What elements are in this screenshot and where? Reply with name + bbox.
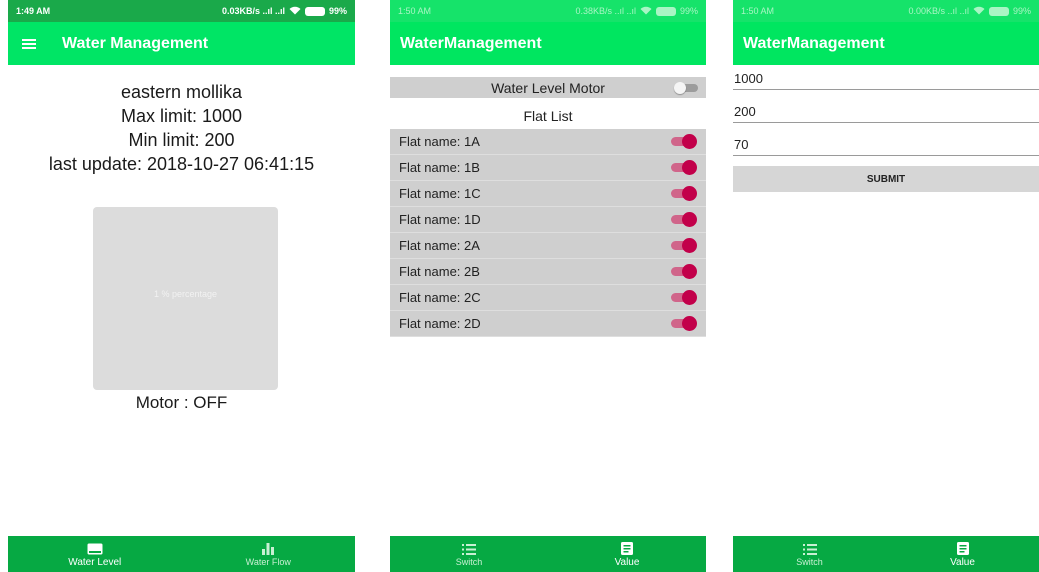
flat-toggle-switch[interactable] <box>671 316 697 331</box>
nav-water-level[interactable]: Water Level <box>8 536 182 572</box>
tank-percentage-label: 1 % percentage <box>153 289 218 299</box>
battery-icon <box>988 6 1009 16</box>
status-time: 1:50 AM <box>741 6 775 16</box>
nav-value[interactable]: Value <box>886 536 1039 572</box>
water-level-motor-row: Water Level Motor <box>390 77 706 98</box>
status-bar: 1:49 AM 0.03KB/s ..ıl ..ıl 99% <box>8 0 355 22</box>
flat-toggle-switch[interactable] <box>671 212 697 227</box>
bottom-navigation: Switch Value <box>390 536 706 572</box>
flat-toggle-switch[interactable] <box>671 238 697 253</box>
wifi-icon <box>289 6 301 17</box>
nav-label: Water Flow <box>245 557 291 567</box>
third-value-field[interactable]: 70 <box>733 132 1039 156</box>
document-icon <box>956 541 969 555</box>
flat-name: Flat name: 2B <box>399 264 480 279</box>
motor-toggle-label: Water Level Motor <box>491 79 605 96</box>
screen-switch: 1:50 AM 0.38KB/s ..ıl ..ıl 99% WaterMana… <box>390 0 706 572</box>
max-value-field[interactable]: 1000 <box>733 66 1039 90</box>
tank-water-level <box>93 385 278 390</box>
app-bar: WaterManagement <box>733 22 1039 65</box>
motor-status: Motor : OFF <box>135 393 228 412</box>
min-limit: Min limit: 200 <box>128 130 235 150</box>
flat-toggle-switch[interactable] <box>671 264 697 279</box>
list-icon <box>802 541 817 555</box>
list-item: Flat name: 1A <box>390 129 706 155</box>
flat-name: Flat name: 2A <box>399 238 480 253</box>
flat-name: Flat name: 1D <box>399 212 481 227</box>
bottom-navigation: Water Level Water Flow <box>8 536 355 572</box>
status-time: 1:50 AM <box>398 6 432 16</box>
list-icon <box>462 541 476 555</box>
list-item: Flat name: 2A <box>390 233 706 259</box>
screen-water-level: 1:49 AM 0.03KB/s ..ıl ..ıl 99% Water Man… <box>8 0 355 572</box>
list-item: Flat name: 1B <box>390 155 706 181</box>
list-item: Flat name: 2D <box>390 311 706 337</box>
max-limit: Max limit: 1000 <box>120 106 243 126</box>
app-bar: WaterManagement <box>390 22 706 65</box>
flat-toggle-switch[interactable] <box>671 134 697 149</box>
hamburger-menu-icon[interactable] <box>22 38 36 49</box>
document-icon <box>621 541 633 555</box>
app-bar: Water Management <box>8 22 355 65</box>
flat-name: Flat name: 2C <box>399 290 481 305</box>
status-bar: 1:50 AM 0.38KB/s ..ıl ..ıl 99% <box>390 0 706 22</box>
battery-percent: 99% <box>679 6 698 16</box>
network-speed: 0.00KB/s ..ıl ..ıl <box>908 6 969 16</box>
flat-name: Flat name: 2D <box>399 316 481 331</box>
nav-water-flow[interactable]: Water Flow <box>182 536 356 572</box>
status-bar: 1:50 AM 0.00KB/s ..ıl ..ıl 99% <box>733 0 1039 22</box>
bar-chart-icon <box>261 541 275 555</box>
bottom-navigation: Switch Value <box>733 536 1039 572</box>
flat-name: Flat name: 1A <box>399 134 480 149</box>
battery-percent: 99% <box>1012 6 1031 16</box>
network-speed: 0.03KB/s ..ıl ..ıl <box>221 6 285 16</box>
tank-name: eastern mollika <box>120 82 243 102</box>
nav-label: Water Level <box>68 556 122 568</box>
last-update: last update: 2018-10-27 06:41:15 <box>48 154 315 174</box>
nav-switch[interactable]: Switch <box>390 536 548 572</box>
wifi-icon <box>640 6 652 17</box>
flat-toggle-switch[interactable] <box>671 160 697 175</box>
list-item: Flat name: 2C <box>390 285 706 311</box>
motor-toggle-switch[interactable] <box>674 82 698 94</box>
flat-name: Flat name: 1C <box>399 186 481 201</box>
flat-list: Flat name: 1A Flat name: 1B Flat name: 1… <box>390 129 706 337</box>
flat-toggle-switch[interactable] <box>671 186 697 201</box>
min-value-field[interactable]: 200 <box>733 99 1039 123</box>
nav-label: Value <box>950 556 975 568</box>
flat-list-title: Flat List <box>523 108 573 124</box>
nav-value[interactable]: Value <box>548 536 706 572</box>
nav-label: Switch <box>455 557 483 567</box>
list-item: Flat name: 1C <box>390 181 706 207</box>
app-title: WaterManagement <box>400 34 542 52</box>
tank-gauge: 1 % percentage <box>93 207 278 390</box>
nav-label: Switch <box>796 557 823 567</box>
app-title: WaterManagement <box>743 34 885 52</box>
nav-label: Value <box>614 556 640 568</box>
submit-button[interactable]: SUBMIT <box>733 166 1039 192</box>
battery-percent: 99% <box>328 6 347 16</box>
battery-icon <box>304 6 325 16</box>
wifi-icon <box>973 6 985 17</box>
list-item: Flat name: 1D <box>390 207 706 233</box>
status-time: 1:49 AM <box>16 6 51 16</box>
nav-switch[interactable]: Switch <box>733 536 886 572</box>
flat-name: Flat name: 1B <box>399 160 480 175</box>
screen-value: 1:50 AM 0.00KB/s ..ıl ..ıl 99% WaterMana… <box>733 0 1039 572</box>
network-speed: 0.38KB/s ..ıl ..ıl <box>575 6 636 16</box>
flat-toggle-switch[interactable] <box>671 290 697 305</box>
battery-icon <box>655 6 676 16</box>
tank-info: eastern mollika Max limit: 1000 Min limi… <box>8 80 355 176</box>
app-title: Water Management <box>62 34 209 52</box>
water-level-icon <box>87 541 103 555</box>
list-item: Flat name: 2B <box>390 259 706 285</box>
